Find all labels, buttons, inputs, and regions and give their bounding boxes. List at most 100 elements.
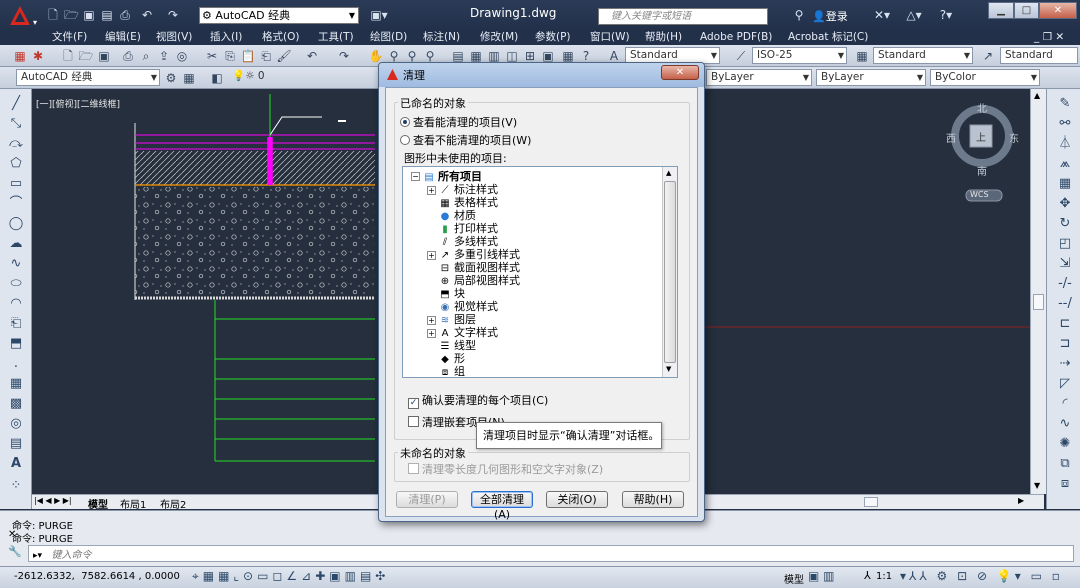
join-icon[interactable]: ⇢ <box>1055 355 1075 373</box>
menu-draw[interactable]: 绘图(D) <box>370 30 407 44</box>
search-input[interactable]: 键入关键字或短语 <box>598 8 768 25</box>
3d-dwf-icon[interactable]: ◎ <box>174 48 190 64</box>
purge-all-button[interactable]: 全部清理(A) <box>471 491 533 521</box>
tree-scroll-thumb[interactable] <box>664 181 676 363</box>
layer-manager-icon[interactable]: ◧ <box>209 70 225 86</box>
tree-item[interactable]: ◆ 形 <box>439 352 465 365</box>
tree-item[interactable]: ⬒ 块 <box>439 287 465 300</box>
dim-style-combo[interactable]: ISO-25 ▼ <box>752 47 847 64</box>
scroll-up-icon[interactable]: ▲ <box>1034 91 1040 100</box>
tree-item[interactable]: ● 材质 <box>439 209 476 222</box>
menu-insert[interactable]: 插入(I) <box>210 30 242 44</box>
menu-file[interactable]: 文件(F) <box>52 30 87 44</box>
spline-icon[interactable]: ∿ <box>6 255 26 273</box>
redo-icon[interactable]: ↷ <box>166 8 180 22</box>
star-icon[interactable]: ✱ <box>30 48 46 64</box>
menu-modify[interactable]: 修改(M) <box>480 30 518 44</box>
tree-item[interactable]: ⊟ 截面视图样式 <box>439 261 520 274</box>
purge-button[interactable]: 清理(P) <box>396 491 458 508</box>
mleader-style-icon[interactable]: ↗ <box>980 48 996 64</box>
polygon-icon[interactable]: ⬠ <box>6 155 26 173</box>
group-icon[interactable]: ⧈ <box>1055 475 1075 493</box>
workspace-combo[interactable]: AutoCAD 经典 ▼ <box>16 69 160 86</box>
tree-item[interactable]: ≋ 图层 <box>439 313 476 326</box>
help-button[interactable]: 帮助(H) <box>622 491 684 508</box>
status-tray-icons[interactable]: ▾⅄⅄ ⚙ ⊡ ⊘ 💡▾ ▭ ▫ <box>900 569 1063 583</box>
polyline-icon[interactable]: ⤼ <box>6 135 26 153</box>
viewcube-south[interactable]: 南 <box>977 163 987 178</box>
exchange-icon[interactable]: ✕▾ <box>870 8 894 22</box>
gradient-icon[interactable]: ▩ <box>6 395 26 413</box>
close-button[interactable]: 关闭(O) <box>546 491 608 508</box>
move-icon[interactable]: ✥ <box>1055 195 1075 213</box>
arc-icon[interactable]: ⌒ <box>6 195 26 213</box>
tree-expand-icon[interactable]: + <box>427 329 436 338</box>
dialog-close-button[interactable]: ✕ <box>661 65 699 80</box>
save-as-icon[interactable]: ▤ <box>100 8 114 22</box>
hatch-icon[interactable]: ▦ <box>6 375 26 393</box>
preview-icon[interactable]: ⌕ <box>138 48 154 64</box>
tree-item[interactable]: ▮ 打印样式 <box>439 222 498 235</box>
tree-expand-icon[interactable]: + <box>427 251 436 260</box>
copy-icon[interactable]: ⎘ <box>222 48 238 64</box>
purge-app-icon[interactable]: ▦ <box>12 48 28 64</box>
quick-view-icons[interactable]: ▣ ▥ <box>808 569 835 583</box>
mleader-style-combo[interactable]: Standard <box>1000 47 1078 64</box>
tree-item[interactable]: ▦ 表格样式 <box>439 196 498 209</box>
scroll-down-icon[interactable]: ▼ <box>666 365 671 373</box>
confirm-each-checkbox[interactable]: ✓ 确认要清理的每个项目(C) <box>408 392 548 409</box>
offset-icon[interactable]: ⩕ <box>1055 155 1075 173</box>
tree-root[interactable]: ▤ 所有项目 <box>423 170 482 183</box>
tab-layout2[interactable]: 布局2 <box>160 496 186 511</box>
help-icon[interactable]: ?▾ <box>932 8 960 22</box>
break-point-icon[interactable]: ⊏ <box>1055 315 1075 333</box>
model-label[interactable]: 模型 <box>784 571 804 586</box>
a360-icon[interactable]: △▾ <box>902 8 926 22</box>
menu-dimension[interactable]: 标注(N) <box>423 30 460 44</box>
wrench-icon[interactable]: 🔧 <box>8 545 22 558</box>
close-command-icon[interactable]: ✕ <box>8 529 16 540</box>
layer-combo[interactable]: 💡☼ 0 <box>228 69 376 86</box>
ellipse-arc-icon[interactable]: ◠ <box>6 295 26 313</box>
linetype-combo[interactable]: ByLayer ▼ <box>816 69 926 86</box>
undo-icon[interactable]: ↶ <box>140 8 154 22</box>
menu-tools[interactable]: 工具(T) <box>318 30 354 44</box>
workspace-select[interactable]: ⚙ AutoCAD 经典 ▼ <box>199 7 359 24</box>
save-file-icon[interactable]: ▣ <box>96 48 112 64</box>
draw-order-icon[interactable]: ⧉ <box>1055 455 1075 473</box>
unused-items-tree[interactable]: − ▤ 所有项目 + ⟋ 标注样式 ▦ 表格样式 ● 材质 ▮ 打印样式 ⫽ 多线样式 + … <box>402 166 678 378</box>
open-file-icon[interactable]: 🗁 <box>78 48 94 64</box>
tree-expand-icon[interactable]: + <box>427 186 436 195</box>
make-block-icon[interactable]: ⬒ <box>6 335 26 353</box>
chamfer-icon[interactable]: ◸ <box>1055 375 1075 393</box>
annotation-scale[interactable]: 1:1 <box>876 571 892 582</box>
revcloud-icon[interactable]: ☁ <box>6 235 26 253</box>
scale-icon[interactable]: ◰ <box>1055 235 1075 253</box>
minimize-button[interactable]: ▁ <box>988 2 1014 19</box>
tree-expand-icon[interactable]: + <box>427 316 436 325</box>
extend-icon[interactable]: --/ <box>1055 295 1075 313</box>
purge-zero-length-checkbox[interactable]: 清理零长度几何图形和空文字对象(Z) <box>408 461 603 477</box>
vertical-scrollbar[interactable]: ▲ ▼ <box>1030 89 1046 494</box>
line-icon[interactable]: ╱ <box>6 95 26 113</box>
menu-edit[interactable]: 编辑(E) <box>105 30 141 44</box>
drafting-toggles[interactable]: ⌖▦▦⌞⊙▭◻∠⊿✚▣▥▤✣ <box>192 569 389 584</box>
dialog-title-bar[interactable]: 清理 ✕ <box>379 63 704 87</box>
table-icon[interactable]: ▤ <box>6 435 26 453</box>
tab-model[interactable]: 模型 <box>88 496 108 511</box>
toolbar-lock-icon[interactable]: ▦ <box>181 70 197 86</box>
menu-format[interactable]: 格式(O) <box>262 30 299 44</box>
menu-view[interactable]: 视图(V) <box>156 30 192 44</box>
tree-item[interactable]: ⫽ 多线样式 <box>439 235 498 248</box>
undo-tool-icon[interactable]: ↶ <box>304 48 320 64</box>
ellipse-icon[interactable]: ⬭ <box>6 275 26 293</box>
new-icon[interactable]: 🗋 <box>46 8 60 22</box>
menu-acrobat[interactable]: Acrobat 标记(C) <box>788 30 868 44</box>
dim-style-icon[interactable]: ⟋ <box>733 48 749 64</box>
blend-icon[interactable]: ∿ <box>1055 415 1075 433</box>
tree-collapse-icon[interactable]: − <box>411 172 420 181</box>
maximize-button[interactable]: □ <box>1014 2 1039 19</box>
viewcube-west[interactable]: 西 <box>946 130 956 145</box>
autocad-logo-icon[interactable]: ▾ <box>6 3 40 29</box>
workspace-settings-icon[interactable]: ⚙ <box>163 70 179 86</box>
